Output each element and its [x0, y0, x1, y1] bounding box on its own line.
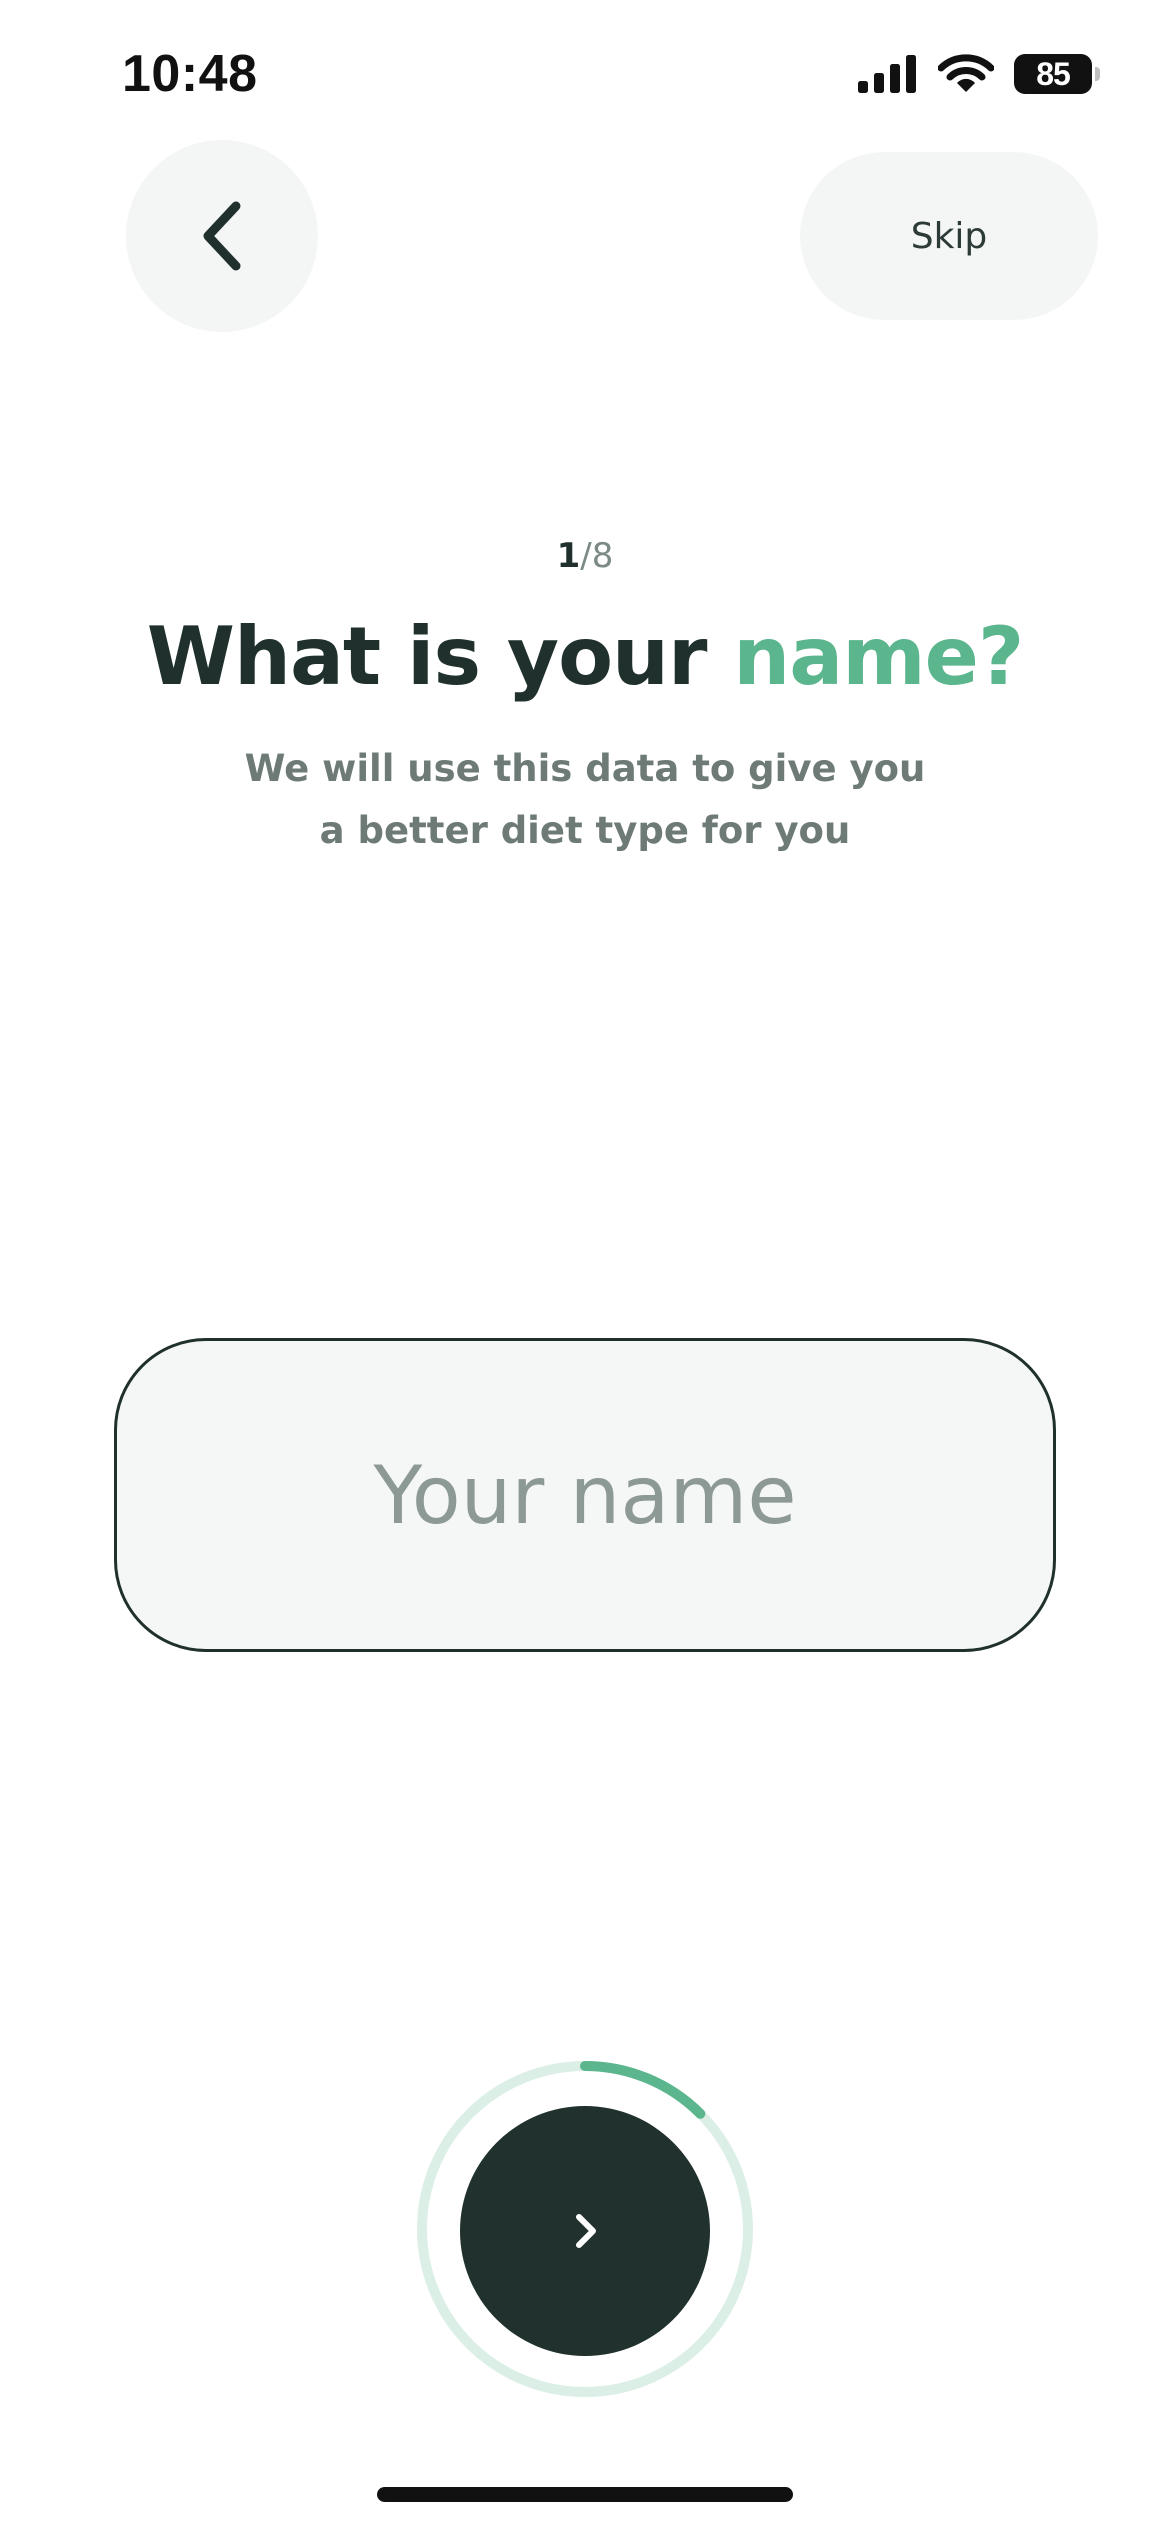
step-current: 1	[556, 536, 581, 576]
step-total: 8	[591, 536, 614, 576]
status-icons: 85	[858, 54, 1100, 94]
cellular-signal-icon	[858, 55, 916, 93]
next-button[interactable]	[460, 2106, 710, 2356]
wifi-icon	[938, 54, 994, 92]
page-title: What is your name?	[0, 610, 1170, 703]
page-title-main: What is your	[146, 610, 734, 703]
home-indicator	[377, 2487, 793, 2502]
step-indicator: 1/8	[0, 536, 1170, 576]
status-time: 10:48	[122, 45, 258, 103]
status-bar: 10:48 85	[0, 0, 1170, 150]
battery-icon: 85	[1014, 54, 1100, 94]
name-input[interactable]	[114, 1338, 1056, 1652]
battery-level: 85	[1036, 55, 1071, 92]
chevron-right-icon	[576, 2214, 596, 2248]
page-subtitle: We will use this data to give you a bett…	[244, 747, 926, 852]
back-button[interactable]	[126, 140, 318, 332]
chevron-left-icon	[203, 201, 241, 271]
page-title-accent: name?	[733, 610, 1024, 703]
step-separator: /	[580, 536, 592, 576]
battery-tip	[1095, 67, 1100, 81]
skip-button[interactable]: Skip	[800, 152, 1098, 320]
